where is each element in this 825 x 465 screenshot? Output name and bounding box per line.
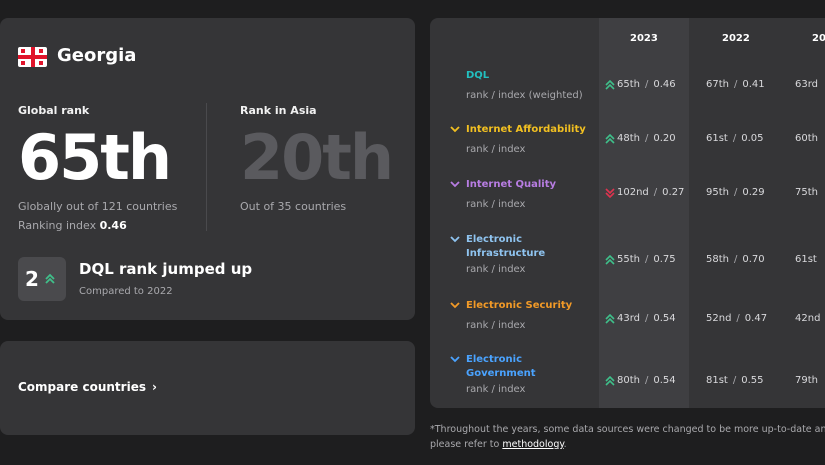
table-cell: 58th/0.70 — [706, 254, 765, 265]
global-rank-label: Global rank — [18, 104, 90, 117]
divider — [206, 103, 207, 231]
asia-rank-sub: Out of 35 countries — [240, 200, 347, 213]
expand-chevron-icon[interactable] — [450, 301, 460, 312]
year-header-1: 2022 — [722, 33, 750, 44]
table-cell: 43rd/0.54 — [617, 313, 676, 324]
expand-chevron-icon[interactable] — [450, 355, 460, 366]
row-name[interactable]: Electronic Security — [466, 299, 586, 313]
yearly-ranking-table: 2023 2022 20 DQL rank / index (weighted) 65th… — [430, 18, 825, 408]
asia-rank-value: 20th — [240, 121, 394, 194]
table-cell: 42nd — [795, 313, 821, 324]
table-cell: 95th/0.29 — [706, 187, 765, 198]
footnote: *Throughout the years, some data sources… — [430, 424, 825, 450]
table-cell: 63rd — [795, 79, 819, 90]
global-rank-value: 65th — [18, 121, 172, 194]
year-header-2: 20 — [812, 33, 825, 44]
row-name[interactable]: Electronic Government — [466, 353, 586, 381]
year-header-0: 2023 — [630, 33, 658, 44]
table-cell: 79th — [795, 375, 818, 386]
table-cell: 55th/0.75 — [617, 254, 676, 265]
table-cell: 52nd/0.47 — [706, 313, 768, 324]
double-chevron-up-icon — [605, 80, 615, 90]
methodology-link[interactable]: methodology — [502, 439, 563, 450]
georgia-flag-icon — [18, 47, 47, 67]
asia-rank-label: Rank in Asia — [240, 104, 317, 117]
row-sub: rank / index — [466, 384, 526, 395]
table-cell: 48th/0.20 — [617, 133, 676, 144]
double-chevron-down-icon — [605, 188, 615, 198]
double-chevron-up-icon — [45, 273, 55, 284]
double-chevron-up-icon — [605, 376, 615, 386]
row-sub: rank / index — [466, 199, 526, 210]
table-cell: 60th — [795, 133, 818, 144]
table-cell: 81st/0.55 — [706, 375, 764, 386]
rank-change-number: 2 — [25, 267, 39, 291]
row-sub: rank / index (weighted) — [466, 90, 583, 101]
row-sub: rank / index — [466, 144, 526, 155]
row-sub: rank / index — [466, 264, 526, 275]
row-name[interactable]: Internet Quality — [466, 178, 586, 192]
row-sub: rank / index — [466, 320, 526, 331]
double-chevron-up-icon — [605, 134, 615, 144]
table-cell: 61st/0.05 — [706, 133, 764, 144]
country-name: Georgia — [57, 45, 137, 66]
expand-chevron-icon[interactable] — [450, 180, 460, 191]
double-chevron-up-icon — [605, 314, 615, 324]
row-name[interactable]: Internet Affordability — [466, 123, 586, 137]
row-name[interactable]: Electronic Infrastructure — [466, 233, 586, 261]
double-chevron-up-icon — [605, 255, 615, 265]
expand-chevron-icon[interactable] — [450, 235, 460, 246]
chevron-right-icon: › — [151, 380, 157, 394]
global-rank-sub: Globally out of 121 countries — [18, 200, 178, 213]
rank-change-sub: Compared to 2022 — [79, 286, 173, 297]
table-cell: 75th — [795, 187, 818, 198]
table-cell: 102nd/0.27 — [617, 187, 685, 198]
table-cell: 65th/0.46 — [617, 79, 676, 90]
ranking-index: Ranking index 0.46 — [18, 219, 127, 232]
compare-countries-link[interactable]: Compare countries › — [18, 380, 157, 394]
row-name: DQL — [466, 70, 490, 81]
table-cell: 61st — [795, 254, 817, 265]
table-cell: 67th/0.41 — [706, 79, 765, 90]
rank-change-badge: 2 — [18, 257, 66, 301]
expand-chevron-icon[interactable] — [450, 125, 460, 136]
table-cell: 80th/0.54 — [617, 375, 676, 386]
rank-change-title: DQL rank jumped up — [79, 260, 253, 278]
current-year-column-highlight — [599, 18, 689, 408]
